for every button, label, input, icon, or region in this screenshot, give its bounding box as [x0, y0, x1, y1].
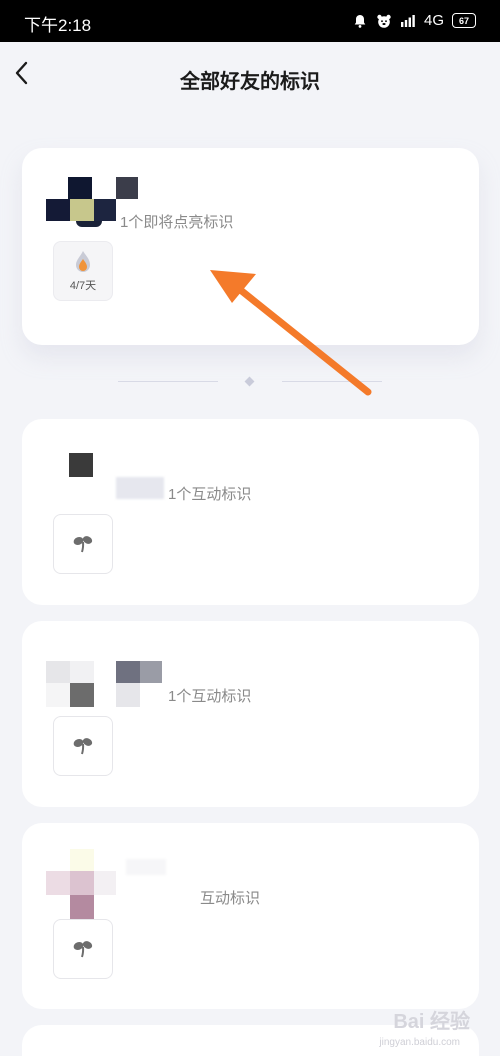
badge-progress: 4/7天	[69, 279, 97, 292]
friend-card-2[interactable]: 1个互动标识	[22, 419, 479, 605]
network-type: 4G	[423, 12, 444, 29]
status-bar: 下午2:18 4G 67	[0, 0, 500, 42]
battery-level: 67	[458, 15, 469, 26]
status-time: 下午2:18	[24, 16, 92, 35]
status-icons: 4G 67	[352, 12, 476, 29]
page-title: 全部好友的标识	[180, 71, 320, 93]
watermark-url: jingyan.baidu.com	[379, 1037, 460, 1048]
sprout-icon	[73, 941, 93, 958]
sprout-icon	[73, 536, 93, 553]
signal-icon	[400, 14, 415, 27]
avatar	[69, 453, 93, 477]
sprout-badge[interactable]	[53, 919, 113, 979]
sprout-icon	[73, 738, 93, 755]
flame-badge[interactable]: 4/7天	[53, 241, 113, 301]
friend-status-text: 1个即将点亮标识	[120, 214, 234, 231]
notification-bell-icon	[354, 14, 366, 28]
name-mosaic	[126, 859, 166, 875]
friend-card-3[interactable]: 1个互动标识	[22, 621, 479, 807]
friend-card-1[interactable]: 1个即将点亮标识 4/7天	[22, 148, 479, 345]
avatar	[46, 849, 118, 921]
battery-icon: 67	[452, 13, 476, 28]
name-mosaic	[116, 477, 164, 499]
friend-status-text: 1个互动标识	[168, 688, 252, 705]
sprout-badge[interactable]	[53, 716, 113, 776]
sprout-badge[interactable]	[53, 514, 113, 574]
pet-face-icon	[377, 14, 391, 28]
divider-left	[118, 381, 218, 382]
divider-diamond-icon	[244, 376, 255, 387]
watermark-logo: Bai 经验	[393, 1011, 470, 1033]
friend-status-text: 1个互动标识	[168, 486, 252, 503]
page-header: 全部好友的标识	[0, 42, 500, 114]
flame-icon	[76, 250, 90, 272]
divider-right	[282, 381, 382, 382]
friend-status-text: 互动标识	[200, 890, 261, 907]
avatar	[46, 661, 166, 709]
friend-card-4[interactable]: 互动标识	[22, 823, 479, 1009]
